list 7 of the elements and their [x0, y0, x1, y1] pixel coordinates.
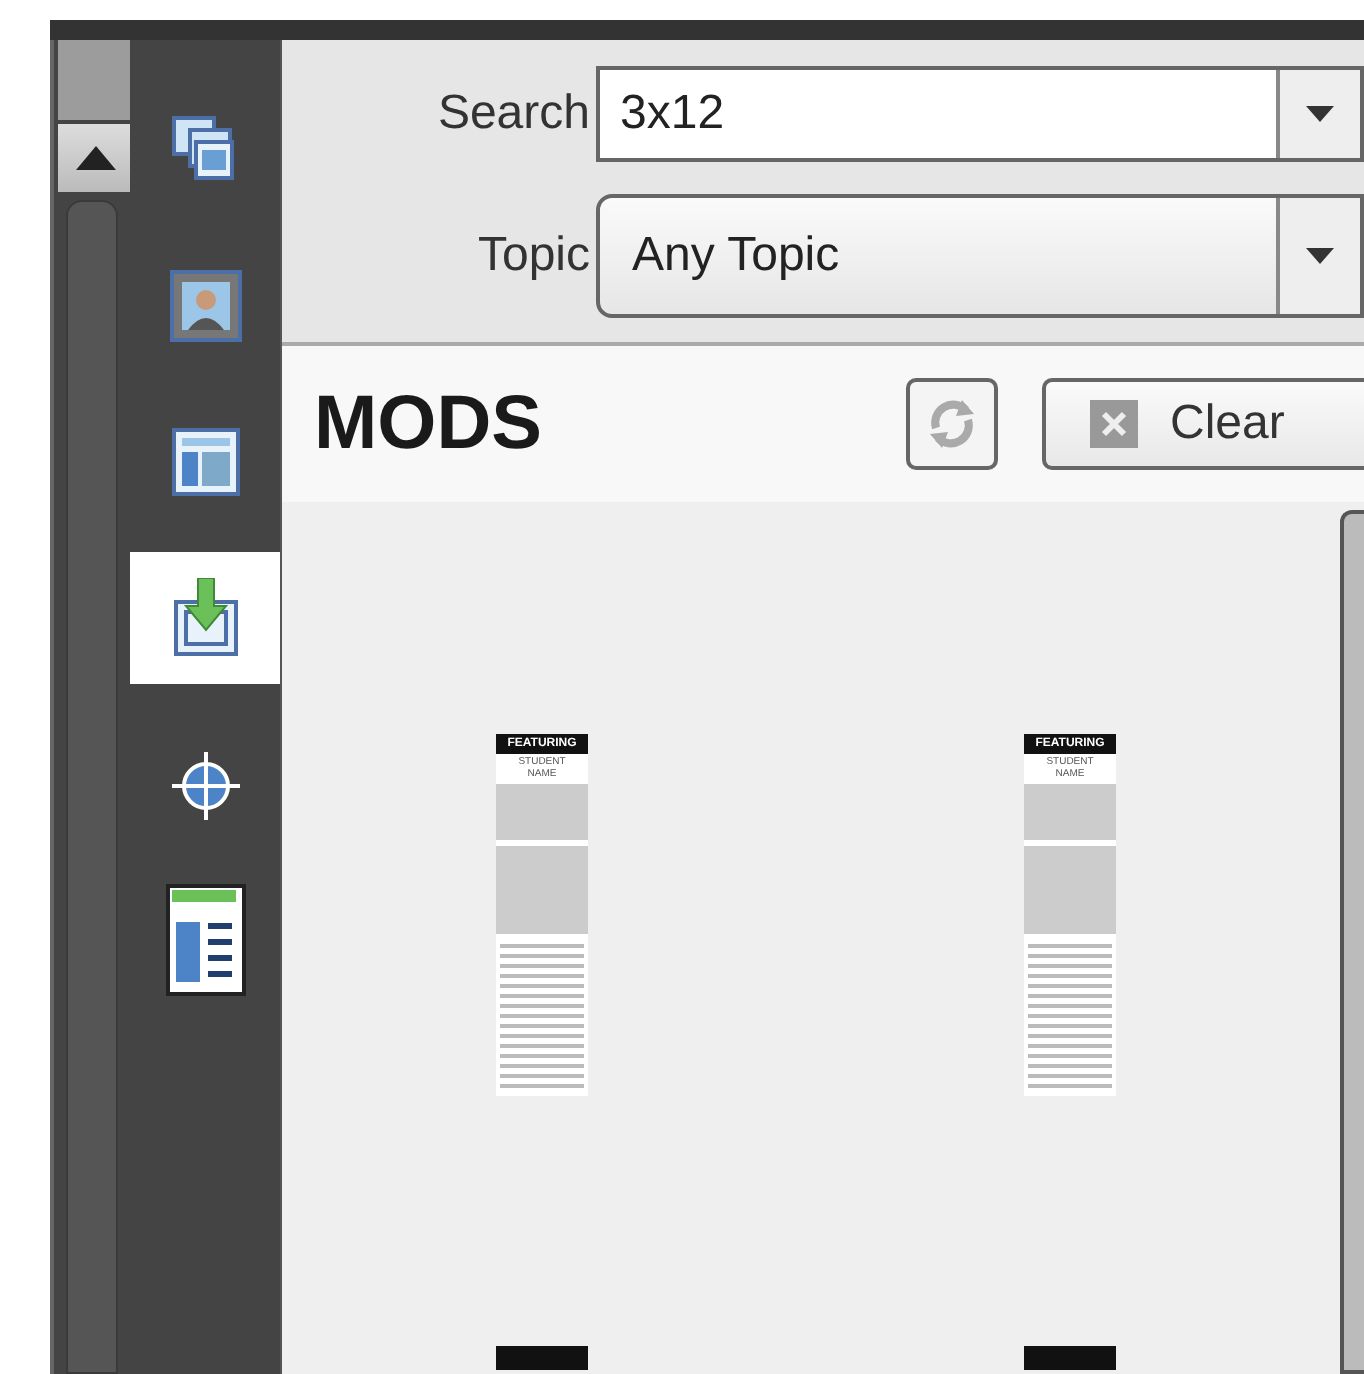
- topic-label: Topic: [475, 228, 592, 284]
- panel-title: MODS: [314, 381, 544, 467]
- search-label: Search: [435, 86, 592, 142]
- topic-dropdown[interactable]: Any Topic: [596, 194, 1364, 318]
- clear-button[interactable]: Clear: [1042, 378, 1364, 470]
- search-combo-box[interactable]: 3x12: [596, 66, 1364, 162]
- search-field[interactable]: 3x12: [600, 70, 1276, 158]
